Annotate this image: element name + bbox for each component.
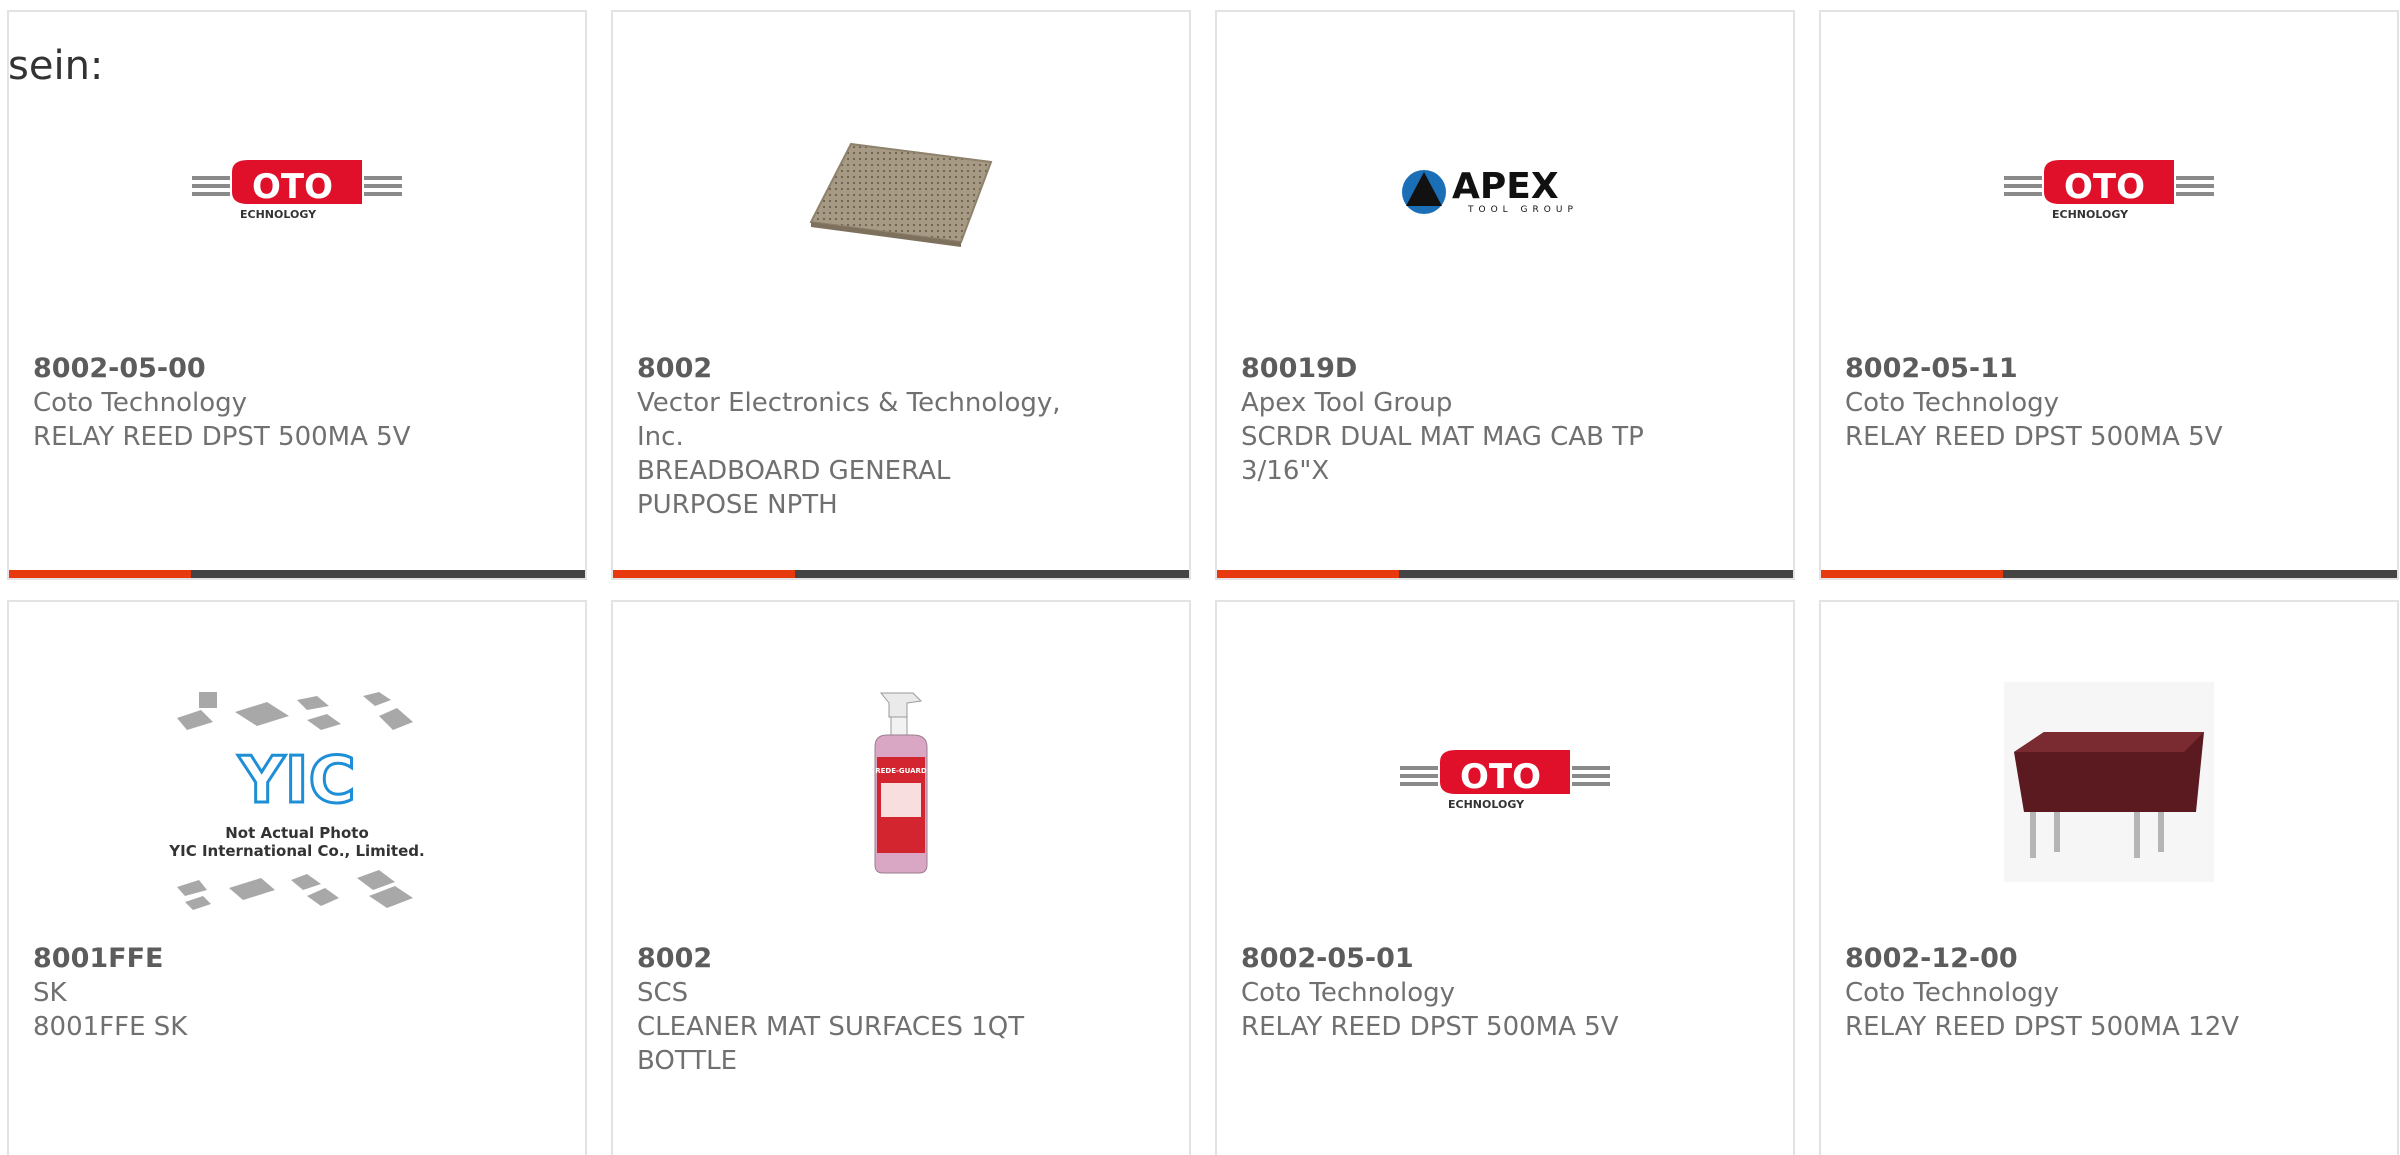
product-card[interactable]: 8002-12-00 Coto Technology RELAY REED DP… [1819, 600, 2399, 1155]
part-number-link[interactable]: 8002 [637, 942, 1077, 976]
coto-technology-logo: OTO ECHNOLOGY [1821, 72, 2397, 312]
intro-text: sein: [8, 43, 104, 89]
yic-not-actual-photo: YIC Not Actual Photo YIC International C… [9, 682, 585, 922]
manufacturer: SK [33, 978, 67, 1008]
svg-text:REDE-GUARD: REDE-GUARD [875, 767, 927, 775]
manufacturer: Coto Technology [1241, 978, 1456, 1008]
product-card[interactable]: OTO ECHNOLOGY 8002-05-11 Coto Technology… [1819, 10, 2399, 580]
svg-text:TOOL GROUP: TOOL GROUP [1467, 205, 1578, 215]
product-card[interactable]: OTO ECHNOLOGY 8002-05-01 Coto Technology… [1215, 600, 1795, 1155]
reed-relay-photo [1821, 662, 2397, 902]
part-number-link[interactable]: 8002-05-00 [33, 352, 473, 386]
spray-bottle-photo: REDE-GUARD [613, 682, 1189, 882]
manufacturer: Coto Technology [1845, 978, 2060, 1008]
product-card[interactable]: 8002 Vector Electronics & Technology, In… [611, 10, 1191, 580]
product-grid-page: sein: OTO ECHNOLOGY 8002-05-00 Coto Tech… [0, 0, 2400, 1155]
description: SCRDR DUAL MAT MAG CAB TP 3/16"X [1241, 422, 1644, 486]
svg-text:ECHNOLOGY: ECHNOLOGY [1448, 798, 1525, 811]
svg-text:ECHNOLOGY: ECHNOLOGY [2052, 208, 2129, 221]
product-card[interactable]: OTO ECHNOLOGY 8002-05-00 Coto Technology… [7, 10, 587, 580]
svg-text:Not Actual Photo: Not Actual Photo [225, 824, 369, 842]
card-accent-bar [1217, 570, 1793, 578]
apex-tool-group-logo: APEX TOOL GROUP [1217, 72, 1793, 312]
description: 8001FFE SK [33, 1012, 188, 1042]
svg-text:YIC: YIC [237, 744, 355, 818]
part-number-link[interactable]: 8002-05-01 [1241, 942, 1681, 976]
part-number-link[interactable]: 80019D [1241, 352, 1681, 386]
product-info: 8002-05-00 Coto Technology RELAY REED DP… [33, 352, 473, 454]
breadboard-photo [613, 72, 1189, 312]
svg-text:ECHNOLOGY: ECHNOLOGY [240, 208, 317, 221]
product-info: 8002-05-01 Coto Technology RELAY REED DP… [1241, 942, 1681, 1044]
product-info: 8002 Vector Electronics & Technology, In… [637, 352, 1077, 522]
description: RELAY REED DPST 500MA 5V [1241, 1012, 1619, 1042]
card-accent-bar [9, 570, 585, 578]
description: CLEANER MAT SURFACES 1QT BOTTLE [637, 1012, 1025, 1076]
coto-technology-logo: OTO ECHNOLOGY [9, 72, 585, 312]
product-card[interactable]: REDE-GUARD 8002 SCS CLEANER MAT SURFACES… [611, 600, 1191, 1155]
manufacturer: Coto Technology [1845, 388, 2060, 418]
svg-text:OTO: OTO [252, 167, 333, 207]
coto-technology-logo: OTO ECHNOLOGY [1217, 682, 1793, 882]
part-number-link[interactable]: 8001FFE [33, 942, 473, 976]
part-number-link[interactable]: 8002-12-00 [1845, 942, 2285, 976]
manufacturer: SCS [637, 978, 689, 1008]
manufacturer: Apex Tool Group [1241, 388, 1453, 418]
manufacturer: Vector Electronics & Technology, Inc. [637, 388, 1061, 452]
card-accent-bar [613, 570, 1189, 578]
description: RELAY REED DPST 500MA 12V [1845, 1012, 2240, 1042]
product-info: 8001FFE SK 8001FFE SK [33, 942, 473, 1044]
product-card[interactable]: APEX TOOL GROUP 80019D Apex Tool Group S… [1215, 10, 1795, 580]
product-info: 80019D Apex Tool Group SCRDR DUAL MAT MA… [1241, 352, 1681, 488]
part-number-link[interactable]: 8002-05-11 [1845, 352, 2285, 386]
svg-text:OTO: OTO [2064, 167, 2145, 207]
description: BREADBOARD GENERAL PURPOSE NPTH [637, 456, 951, 520]
product-info: 8002-05-11 Coto Technology RELAY REED DP… [1845, 352, 2285, 454]
svg-text:APEX: APEX [1452, 166, 1559, 207]
svg-text:OTO: OTO [1460, 757, 1541, 797]
card-accent-bar [1821, 570, 2397, 578]
manufacturer: Coto Technology [33, 388, 248, 418]
part-number-link[interactable]: 8002 [637, 352, 1077, 386]
product-card[interactable]: YIC Not Actual Photo YIC International C… [7, 600, 587, 1155]
product-info: 8002-12-00 Coto Technology RELAY REED DP… [1845, 942, 2285, 1044]
product-info: 8002 SCS CLEANER MAT SURFACES 1QT BOTTLE [637, 942, 1077, 1078]
description: RELAY REED DPST 500MA 5V [33, 422, 411, 452]
svg-text:YIC International Co., Limited: YIC International Co., Limited. [168, 842, 424, 860]
description: RELAY REED DPST 500MA 5V [1845, 422, 2223, 452]
